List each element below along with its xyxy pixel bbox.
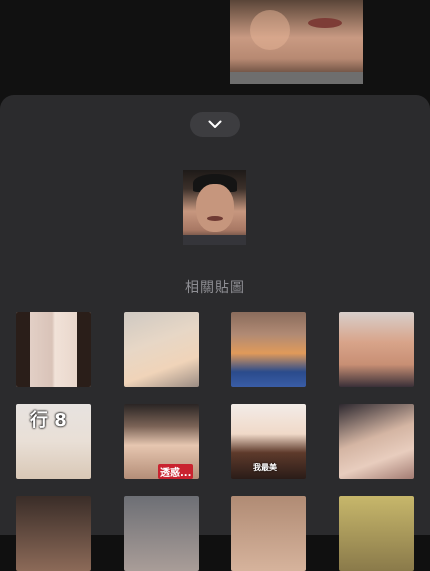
related-sticker-6[interactable]: 透惑... (124, 404, 199, 479)
chevron-down-icon (208, 120, 222, 128)
sticker-caption: 透惑... (158, 464, 194, 479)
related-sticker-10[interactable] (124, 496, 199, 571)
sticker-caption: 我最美 (253, 463, 277, 472)
related-sticker-9[interactable] (16, 496, 91, 571)
preview-mouth (207, 216, 223, 221)
related-sticker-4[interactable] (339, 312, 414, 387)
sticker-face (250, 10, 290, 50)
related-sticker-7[interactable]: 我最美 (231, 404, 306, 479)
related-sticker-2[interactable] (124, 312, 199, 387)
sticker-mouth (308, 18, 342, 28)
collapse-button[interactable] (190, 112, 240, 137)
related-sticker-12[interactable] (339, 496, 414, 571)
preview-shirt (183, 235, 246, 245)
sticker-shirt (230, 72, 363, 84)
related-sticker-8[interactable] (339, 404, 414, 479)
preview-face (196, 184, 234, 232)
related-sticker-1[interactable] (16, 312, 91, 387)
chat-background (0, 0, 430, 110)
related-sticker-11[interactable] (231, 496, 306, 571)
sticker-preview[interactable] (183, 170, 246, 245)
section-title: 相關貼圖 (185, 280, 245, 296)
chat-sticker[interactable] (230, 0, 363, 84)
related-sticker-3[interactable] (231, 312, 306, 387)
related-sticker-5[interactable]: 行 8 (16, 404, 91, 479)
sticker-caption: 行 8 (30, 410, 67, 431)
